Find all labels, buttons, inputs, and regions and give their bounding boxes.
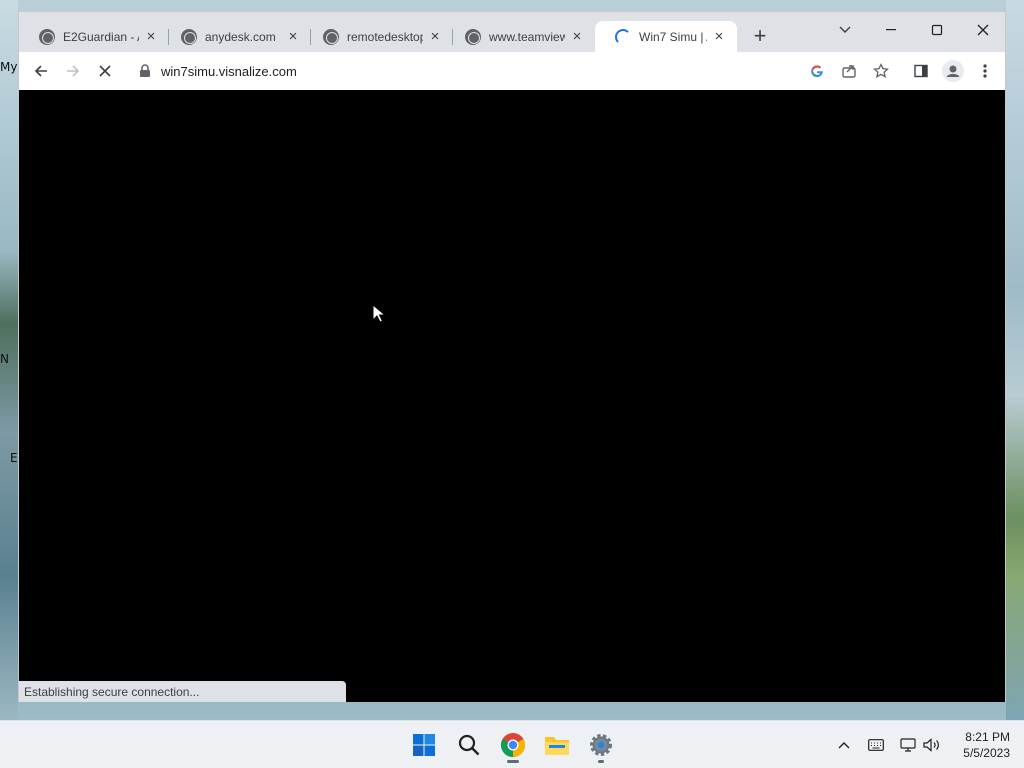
minimize-icon <box>886 29 896 31</box>
share-icon <box>842 65 856 78</box>
lock-icon[interactable] <box>139 64 151 78</box>
close-tab-icon[interactable]: × <box>285 28 301 45</box>
taskbar-file-explorer-button[interactable] <box>543 731 571 759</box>
share-button[interactable] <box>837 59 861 83</box>
page-content[interactable]: Establishing secure connection... <box>19 90 1005 702</box>
taskbar-search-button[interactable] <box>455 731 483 759</box>
bookmark-button[interactable] <box>869 59 893 83</box>
clock-date: 5/5/2023 <box>963 746 1010 760</box>
globe-icon <box>323 28 339 45</box>
chevron-up-icon <box>838 742 850 749</box>
chrome-icon <box>500 733 526 757</box>
close-icon <box>99 65 111 77</box>
close-icon <box>977 24 989 36</box>
tab-win7-simu[interactable]: Win7 Simu | A × <box>595 21 737 52</box>
tab-title: E2Guardian - A <box>63 29 139 44</box>
taskbar-chrome-button[interactable] <box>499 731 527 763</box>
browser-toolbar: win7simu.visnalize.com <box>19 52 1005 90</box>
tab-title: www.teamview <box>489 29 565 44</box>
taskbar-settings-button[interactable] <box>587 731 615 763</box>
address-bar[interactable]: win7simu.visnalize.com <box>129 56 919 86</box>
maximize-button[interactable] <box>914 17 960 43</box>
menu-button[interactable] <box>973 59 997 83</box>
globe-icon <box>465 28 481 45</box>
active-app-indicator <box>507 760 519 763</box>
tab-remotedesktop[interactable]: remotedesktop × <box>303 21 453 52</box>
status-bubble: Establishing secure connection... <box>19 681 346 702</box>
network-icon <box>900 738 916 752</box>
search-icon <box>458 734 480 756</box>
minimize-button[interactable] <box>868 17 914 43</box>
new-tab-button[interactable]: + <box>749 25 771 47</box>
arrow-right-icon <box>67 65 80 77</box>
chrome-window: E2Guardian - A × anydesk.com × remotedes… <box>18 11 1006 702</box>
close-tab-icon[interactable]: × <box>143 28 159 45</box>
url-text[interactable]: win7simu.visnalize.com <box>161 64 297 79</box>
file-explorer-icon <box>545 737 569 755</box>
side-panel-button[interactable] <box>909 59 933 83</box>
close-tab-icon[interactable]: × <box>427 28 443 45</box>
settings-icon <box>590 734 612 756</box>
forward-button[interactable] <box>61 59 85 83</box>
start-button[interactable] <box>410 731 438 759</box>
avatar-icon <box>942 60 964 82</box>
tab-title: Win7 Simu | A <box>639 29 707 44</box>
clock-time: 8:21 PM <box>965 730 1010 744</box>
volume-button[interactable] <box>922 735 942 755</box>
desktop-icon-label[interactable]: E <box>10 451 18 465</box>
tab-title: anydesk.com <box>205 29 276 44</box>
star-icon <box>873 63 889 78</box>
desktop-icon-label[interactable]: N <box>0 352 9 366</box>
close-tab-icon[interactable]: × <box>569 28 585 45</box>
volume-icon <box>923 738 939 752</box>
loading-spinner-icon <box>615 28 631 45</box>
mouse-pointer-icon <box>372 304 386 323</box>
show-hidden-icons-button[interactable] <box>834 735 854 755</box>
clock[interactable]: 8:21 PM 5/5/2023 <box>950 729 1010 761</box>
tab-e2guardian[interactable]: E2Guardian - A × <box>19 21 169 52</box>
globe-icon <box>181 28 197 45</box>
tab-search-button[interactable] <box>822 17 868 43</box>
input-indicator[interactable] <box>866 735 886 755</box>
google-icon <box>811 65 823 78</box>
tab-teamviewer[interactable]: www.teamview × <box>445 21 595 52</box>
arrow-left-icon <box>34 65 47 77</box>
back-button[interactable] <box>29 59 53 83</box>
profile-button[interactable] <box>941 59 965 83</box>
close-tab-icon[interactable]: × <box>711 28 727 45</box>
taskbar: 8:21 PM 5/5/2023 <box>0 720 1024 768</box>
wallpaper-right-edge <box>1006 0 1024 720</box>
side-panel-icon <box>914 64 928 78</box>
windows-start-icon <box>413 734 435 756</box>
google-lens-button[interactable] <box>805 59 829 83</box>
kebab-menu-icon <box>983 64 987 78</box>
globe-icon <box>39 28 55 45</box>
desktop-icon-label[interactable]: My <box>0 60 17 74</box>
network-button[interactable] <box>898 735 918 755</box>
keyboard-icon <box>868 739 884 751</box>
tab-strip: E2Guardian - A × anydesk.com × remotedes… <box>19 12 1005 52</box>
running-app-indicator <box>598 760 604 763</box>
tab-anydesk[interactable]: anydesk.com × <box>161 21 311 52</box>
chevron-down-icon <box>839 26 851 33</box>
stop-loading-button[interactable] <box>93 59 117 83</box>
tab-title: remotedesktop <box>347 29 423 44</box>
maximize-icon <box>931 24 943 36</box>
close-window-button[interactable] <box>960 17 1006 43</box>
